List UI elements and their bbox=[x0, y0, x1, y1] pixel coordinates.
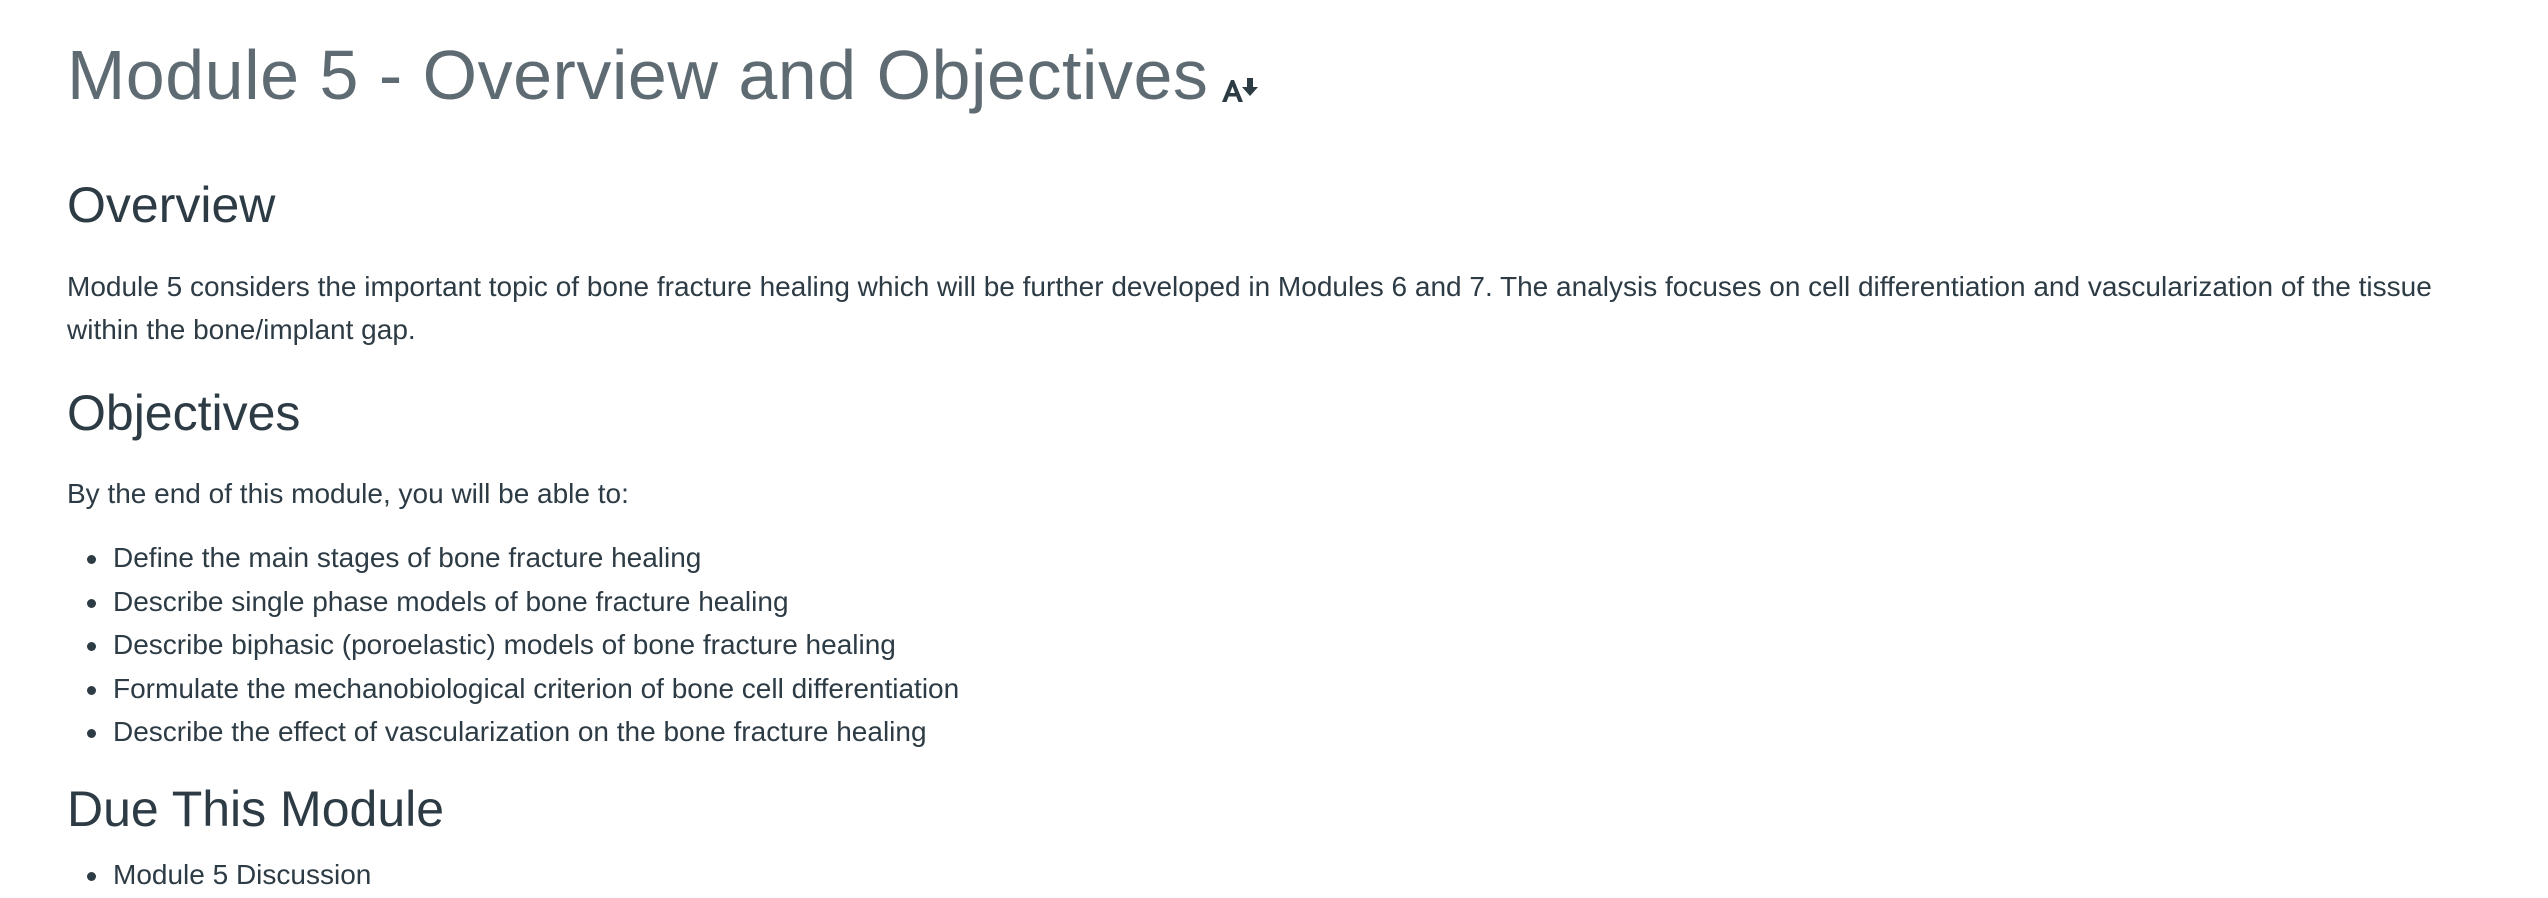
list-item: Describe the effect of vascularization o… bbox=[67, 710, 959, 754]
due-heading: Due This Module bbox=[67, 781, 445, 837]
accessibility-alternative-formats-icon[interactable] bbox=[1220, 74, 1262, 104]
objectives-intro: By the end of this module, you will be a… bbox=[67, 478, 629, 509]
title-row: Module 5 - Overview and Objectives bbox=[67, 40, 1262, 110]
list-item: Define the main stages of bone fracture … bbox=[67, 536, 959, 580]
list-item[interactable]: Module 5 Discussion bbox=[67, 853, 371, 897]
list-item: Describe single phase models of bone fra… bbox=[67, 580, 959, 624]
objectives-heading: Objectives bbox=[67, 385, 301, 441]
overview-heading: Overview bbox=[67, 177, 276, 233]
page-title: Module 5 - Overview and Objectives bbox=[67, 36, 1209, 114]
overview-text: Module 5 considers the important topic o… bbox=[67, 271, 2432, 345]
list-item: Formulate the mechanobiological criterio… bbox=[67, 667, 959, 711]
due-list: Module 5 Discussion bbox=[67, 853, 371, 897]
objectives-list: Define the main stages of bone fracture … bbox=[67, 536, 959, 754]
list-item: Describe biphasic (poroelastic) models o… bbox=[67, 623, 959, 667]
